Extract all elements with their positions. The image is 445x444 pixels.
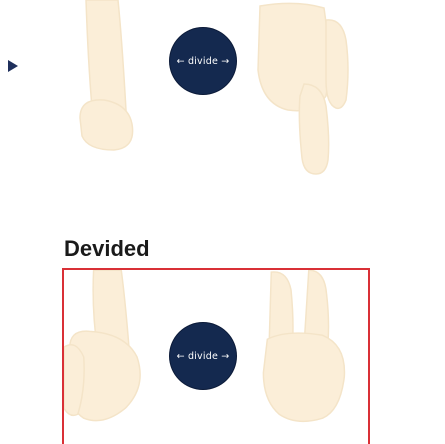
peace-hand-icon — [79, 0, 349, 175]
hand-panel-bottom: ← divide → — [62, 268, 370, 444]
hand-panel-top: ← divide → — [60, 0, 380, 190]
canvas-stage: ← divide → Devided ← divide → — [0, 0, 445, 444]
divide-button-top[interactable]: ← divide → — [170, 28, 236, 94]
divide-button-bottom[interactable]: ← divide → — [170, 323, 236, 389]
section-title: Devided — [64, 236, 150, 261]
play-arrow-icon[interactable] — [8, 60, 18, 72]
